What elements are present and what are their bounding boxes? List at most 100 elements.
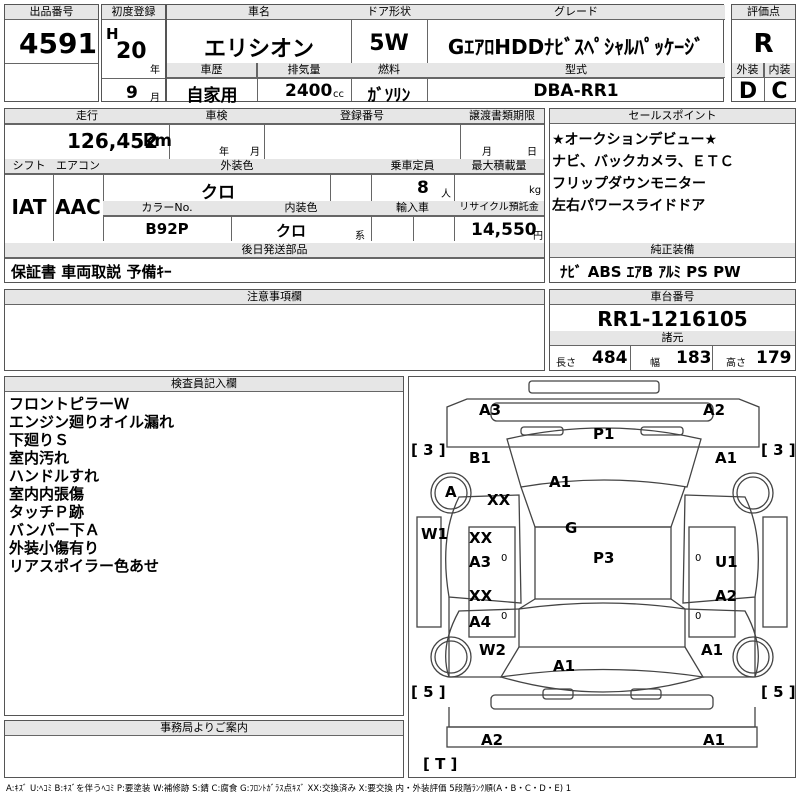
mark-a1-front-right-fender: A1 bbox=[715, 449, 738, 467]
sales-line-3: フリップダウンモニター bbox=[552, 176, 706, 192]
grade-label: グレード bbox=[427, 5, 725, 20]
inspector-line-9: 外装小傷有り bbox=[9, 539, 100, 557]
corner-right-top: [ 3 ] bbox=[761, 441, 796, 459]
equipment: ﾅﾋﾞ ABS ｴｱB ｱﾙﾐ PS PW bbox=[560, 263, 741, 281]
mark-u1-right-front-door: U1 bbox=[715, 553, 738, 571]
sales-line-2: ナビ、バックカメラ、ＥＴＣ bbox=[552, 154, 734, 170]
displacement-unit: cc bbox=[333, 89, 344, 100]
zero-right-front: 0 bbox=[695, 553, 702, 564]
corner-right-bottom: [ 5 ] bbox=[761, 683, 796, 701]
interior-color-label: 内装色 bbox=[231, 201, 371, 216]
height-label: 高さ bbox=[726, 358, 746, 369]
tail-marker: [ T ] bbox=[423, 755, 458, 773]
damage-diagram: A3 A2 P1 B1 A1 A1 A XX G W1 XX A3 P3 U1 … bbox=[408, 376, 796, 778]
mark-p1-hood: P1 bbox=[593, 425, 615, 443]
equipment-label: 純正装備 bbox=[550, 243, 795, 258]
sales-line-4: 左右パワースライドドア bbox=[552, 198, 706, 214]
history-label: 車歴 bbox=[167, 63, 257, 78]
notes-box: 注意事項欄 bbox=[4, 289, 545, 371]
interior-grade: C bbox=[771, 79, 788, 104]
reg-year: 20 bbox=[116, 39, 147, 64]
interior-color: クロ bbox=[275, 222, 306, 240]
notes-label: 注意事項欄 bbox=[5, 290, 544, 305]
transfer-month-unit: 月 bbox=[482, 147, 492, 158]
month-unit: 月 bbox=[150, 93, 160, 104]
mileage-label: 走行 bbox=[5, 109, 169, 124]
width-label: 幅 bbox=[650, 358, 660, 369]
inspector-line-3: 下廻りＳ bbox=[9, 431, 70, 449]
seats-unit: 人 bbox=[441, 189, 451, 200]
recycle-label: リサイクル預託金 bbox=[454, 201, 544, 216]
model-label: 型式 bbox=[427, 63, 725, 78]
seats-label: 乗車定員 bbox=[371, 159, 454, 174]
office-label: 事務局よりご案内 bbox=[5, 721, 403, 736]
seats: 8 bbox=[417, 178, 429, 198]
lot-number: 4591 bbox=[19, 27, 97, 60]
air-conditioner: AAC bbox=[55, 195, 101, 219]
mark-w1-left-side: W1 bbox=[421, 525, 448, 543]
sales-point-box: セールスポイント ★オークションデビュー★ ナビ、バックカメラ、ＥＴＣ フリップ… bbox=[549, 108, 796, 283]
sales-line-1: ★オークションデビュー★ bbox=[552, 132, 718, 148]
sales-point-label: セールスポイント bbox=[550, 109, 795, 124]
chassis-number: RR1-1216105 bbox=[597, 307, 748, 331]
mark-p3-roof: P3 bbox=[593, 549, 615, 567]
model-code: DBA-RR1 bbox=[533, 81, 619, 101]
inspector-line-5: ハンドルすれ bbox=[9, 467, 100, 485]
exterior-color: クロ bbox=[201, 183, 235, 203]
color-label: 外装色 bbox=[103, 159, 371, 174]
load-unit: kg bbox=[529, 185, 542, 196]
mark-a1-right-quarter: A1 bbox=[701, 641, 724, 659]
transfer-day-unit: 日 bbox=[527, 147, 537, 158]
lot-number-label: 出品番号 bbox=[5, 5, 98, 20]
vehicle-details-box: 走行 126,452 km 車検 年 月 登録番号 譲渡書類期限 月 日 シフト… bbox=[4, 108, 545, 283]
displacement-label: 排気量 bbox=[257, 63, 351, 78]
plate-label: 登録番号 bbox=[264, 109, 460, 124]
mileage-unit: km bbox=[143, 131, 173, 151]
car-name-label: 車名 bbox=[167, 5, 351, 20]
inspector-line-10: リアスポイラー色あせ bbox=[9, 557, 160, 575]
mark-a1-windshield: A1 bbox=[549, 473, 572, 491]
fuel-label: 燃料 bbox=[351, 63, 427, 78]
inspection-month-unit: 月 bbox=[250, 147, 260, 158]
zero-left-front: 0 bbox=[501, 553, 508, 564]
shift-label: シフト bbox=[5, 159, 53, 174]
post-parts: 保証書 車両取説 予備ｷｰ bbox=[11, 263, 172, 281]
height: 179 bbox=[756, 348, 792, 368]
mark-xx-left-rear-door: XX bbox=[469, 587, 493, 605]
inspection-year-unit: 年 bbox=[219, 147, 229, 158]
load-label: 最大積載量 bbox=[454, 159, 544, 174]
spec-label: 諸元 bbox=[550, 331, 795, 346]
history: 自家用 bbox=[186, 86, 238, 106]
transfer-label: 譲渡書類期限 bbox=[460, 109, 544, 124]
zero-right-rear: 0 bbox=[695, 611, 702, 622]
reg-month: 9 bbox=[126, 83, 138, 103]
inspection-label: 車検 bbox=[169, 109, 264, 124]
exterior-label: 外装 bbox=[732, 63, 764, 78]
displacement: 2400 bbox=[285, 81, 333, 101]
mark-a1-rear-bumper-right: A1 bbox=[703, 731, 726, 749]
mark-a3-left-front-door: A3 bbox=[469, 553, 492, 571]
score: R bbox=[753, 29, 774, 59]
shift: IAT bbox=[11, 195, 47, 219]
interior-color-suffix: 系 bbox=[355, 231, 365, 242]
score-label: 評価点 bbox=[732, 5, 795, 20]
mark-a4-left-rear-door: A4 bbox=[469, 613, 492, 631]
mark-xx-left-pillar: XX bbox=[487, 491, 511, 509]
year-unit: 年 bbox=[150, 65, 160, 76]
legend: A:ｷｽﾞ U:ﾍｺﾐ B:ｷｽﾞを伴うﾍｺﾐ P:要塗装 W:補修跡 S:錆 … bbox=[6, 784, 572, 794]
color-no-label: カラーNo. bbox=[103, 201, 231, 216]
inspector-line-7: タッチＰ跡 bbox=[9, 503, 85, 521]
inspector-line-4: 室内汚れ bbox=[9, 449, 70, 467]
inspector-line-2: エンジン廻りオイル漏れ bbox=[9, 413, 175, 431]
lot-number-box: 出品番号 4591 bbox=[4, 4, 99, 102]
import-label: 輸入車 bbox=[371, 201, 454, 216]
car-info-box: 車名 エリシオン ドア形状 5W グレード GｴｱﾛHDDﾅﾋﾞｽﾍﾟｼｬﾙﾊﾟ… bbox=[166, 4, 725, 106]
door-type: 5W bbox=[369, 31, 409, 56]
first-reg-label: 初度登録 bbox=[102, 5, 165, 20]
corner-left-bottom: [ 5 ] bbox=[411, 683, 446, 701]
corner-left-top: [ 3 ] bbox=[411, 441, 446, 459]
ac-label: エアコン bbox=[53, 159, 103, 174]
mark-w2-left-quarter: W2 bbox=[479, 641, 506, 659]
chassis-label: 車台番号 bbox=[550, 290, 795, 305]
length-label: 長さ bbox=[556, 358, 576, 369]
